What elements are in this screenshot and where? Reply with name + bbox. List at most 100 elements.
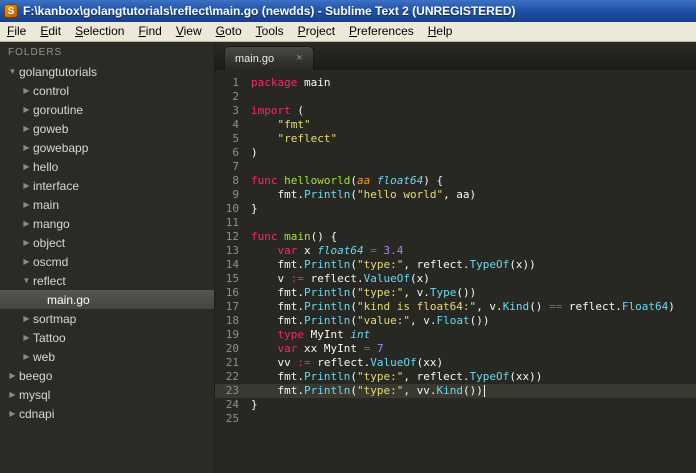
tree-folder-hello[interactable]: ▶ hello: [0, 157, 214, 176]
line-number: 11: [225, 216, 239, 229]
code-line-12[interactable]: 12 func main() {: [215, 230, 696, 244]
menu-item-goto[interactable]: Goto: [209, 22, 249, 41]
code-line-11[interactable]: 11: [215, 216, 696, 230]
code-line-9[interactable]: 9 fmt.Println("hello world", aa): [215, 188, 696, 202]
menu-item-file[interactable]: File: [0, 22, 33, 41]
tree-item-label: main: [33, 197, 60, 212]
chevron-right-icon[interactable]: ▶: [6, 409, 19, 418]
chevron-right-icon[interactable]: ▶: [6, 371, 19, 380]
tree-folder-sortmap[interactable]: ▶ sortmap: [0, 309, 214, 328]
tree-folder-main[interactable]: ▶ main: [0, 195, 214, 214]
tree-item-label: control: [33, 83, 70, 98]
tree-folder-goweb[interactable]: ▶ goweb: [0, 119, 214, 138]
line-number: 6: [232, 146, 239, 159]
code-line-7[interactable]: 7: [215, 160, 696, 174]
tree-folder-oscmd[interactable]: ▶ oscmd: [0, 252, 214, 271]
line-text: var x float64 = 3.4: [277, 244, 404, 257]
chevron-right-icon[interactable]: ▶: [20, 257, 33, 266]
line-number: 23: [225, 384, 239, 397]
tree-folder-mango[interactable]: ▶ mango: [0, 214, 214, 233]
chevron-right-icon[interactable]: ▶: [20, 352, 33, 361]
tree-item-label: goroutine: [33, 102, 84, 117]
tree-item-label: gowebapp: [33, 140, 89, 155]
code-line-10[interactable]: 10}: [215, 202, 696, 216]
code-line-23[interactable]: 23 fmt.Println("type:", vv.Kind()): [215, 384, 696, 398]
code-line-14[interactable]: 14 fmt.Println("type:", reflect.TypeOf(x…: [215, 258, 696, 272]
code-area[interactable]: 1 package main 2 3 import (4 "fmt" 5 "reflect…: [215, 70, 696, 473]
code-line-15[interactable]: 15 v := reflect.ValueOf(x): [215, 272, 696, 286]
chevron-right-icon[interactable]: ▶: [20, 162, 33, 171]
chevron-right-icon[interactable]: ▶: [20, 86, 33, 95]
code-line-8[interactable]: 8 func helloworld(aa float64) {: [215, 174, 696, 188]
menu-item-tools[interactable]: Tools: [249, 22, 291, 41]
tree-folder-interface[interactable]: ▶ interface: [0, 176, 214, 195]
tree-item-label: beego: [19, 368, 53, 383]
tree-folder-gowebapp[interactable]: ▶ gowebapp: [0, 138, 214, 157]
chevron-right-icon[interactable]: ▶: [20, 238, 33, 247]
line-number: 21: [225, 356, 239, 369]
code-line-13[interactable]: 13 var x float64 = 3.4: [215, 244, 696, 258]
tree-folder-mysql[interactable]: ▶ mysql: [0, 385, 214, 404]
tree-folder-control[interactable]: ▶ control: [0, 81, 214, 100]
chevron-right-icon[interactable]: ▶: [20, 124, 33, 133]
code-line-25[interactable]: 25: [215, 412, 696, 426]
tree-file-main-go[interactable]: main.go: [0, 290, 214, 309]
code-line-22[interactable]: 22 fmt.Println("type:", reflect.TypeOf(x…: [215, 370, 696, 384]
line-text: fmt.Println("type:", v.Type()): [251, 286, 477, 299]
menu-item-preferences[interactable]: Preferences: [342, 22, 421, 41]
title-bar[interactable]: S F:\kanbox\golangtutorials\reflect\main…: [0, 0, 696, 22]
menu-item-help[interactable]: Help: [421, 22, 460, 41]
chevron-right-icon[interactable]: ▶: [20, 314, 33, 323]
tree-folder-goroutine[interactable]: ▶ goroutine: [0, 100, 214, 119]
line-text: "reflect": [277, 132, 338, 145]
code-line-19[interactable]: 19 type MyInt int: [215, 328, 696, 342]
line-text: import (: [251, 104, 304, 117]
tree-folder-golangtutorials[interactable]: ▼ golangtutorials: [0, 62, 214, 81]
menu-item-selection[interactable]: Selection: [68, 22, 131, 41]
chevron-down-icon[interactable]: ▼: [6, 67, 19, 76]
line-number: 8: [232, 174, 239, 187]
tree-folder-reflect[interactable]: ▼ reflect: [0, 271, 214, 290]
tab-close-icon[interactable]: ×: [296, 53, 302, 64]
menu-item-project[interactable]: Project: [291, 22, 342, 41]
tree-folder-cdnapi[interactable]: ▶ cdnapi: [0, 404, 214, 423]
tree-folder-beego[interactable]: ▶ beego: [0, 366, 214, 385]
chevron-right-icon[interactable]: ▶: [20, 181, 33, 190]
menu-item-view[interactable]: View: [169, 22, 209, 41]
code-line-17[interactable]: 17 fmt.Println("kind is float64:", v.Kin…: [215, 300, 696, 314]
chevron-right-icon[interactable]: ▶: [20, 105, 33, 114]
tree-folder-web[interactable]: ▶ web: [0, 347, 214, 366]
code-line-20[interactable]: 20 var xx MyInt = 7: [215, 342, 696, 356]
chevron-down-icon[interactable]: ▼: [20, 276, 33, 285]
line-number: 16: [225, 286, 239, 299]
code-line-6[interactable]: 6): [215, 146, 696, 160]
code-line-24[interactable]: 24}: [215, 398, 696, 412]
chevron-right-icon[interactable]: ▶: [6, 390, 19, 399]
code-line-21[interactable]: 21 vv := reflect.ValueOf(xx): [215, 356, 696, 370]
line-text: package main: [251, 76, 331, 89]
code-line-1[interactable]: 1 package main: [215, 76, 696, 90]
code-line-3[interactable]: 3 import (: [215, 104, 696, 118]
line-text: v := reflect.ValueOf(x): [251, 272, 430, 285]
line-text: "fmt": [277, 118, 311, 131]
line-number: 5: [232, 132, 239, 145]
tree-folder-tattoo[interactable]: ▶ Tattoo: [0, 328, 214, 347]
line-text: vv := reflect.ValueOf(xx): [251, 356, 444, 369]
code-line-5[interactable]: 5 "reflect": [215, 132, 696, 146]
chevron-right-icon[interactable]: ▶: [20, 219, 33, 228]
chevron-right-icon[interactable]: ▶: [20, 333, 33, 342]
line-text: [251, 160, 696, 174]
tab-main-go[interactable]: main.go ×: [224, 46, 314, 70]
line-number: 1: [232, 76, 239, 89]
chevron-right-icon[interactable]: ▶: [20, 200, 33, 209]
menu-item-find[interactable]: Find: [131, 22, 168, 41]
code-line-16[interactable]: 16 fmt.Println("type:", v.Type()): [215, 286, 696, 300]
tree-item-label: main.go: [47, 292, 90, 307]
tree-folder-object[interactable]: ▶ object: [0, 233, 214, 252]
chevron-right-icon[interactable]: ▶: [20, 143, 33, 152]
code-line-2[interactable]: 2: [215, 90, 696, 104]
menu-item-edit[interactable]: Edit: [33, 22, 68, 41]
code-line-18[interactable]: 18 fmt.Println("value:", v.Float()): [215, 314, 696, 328]
code-line-4[interactable]: 4 "fmt": [215, 118, 696, 132]
line-number: 15: [225, 272, 239, 285]
